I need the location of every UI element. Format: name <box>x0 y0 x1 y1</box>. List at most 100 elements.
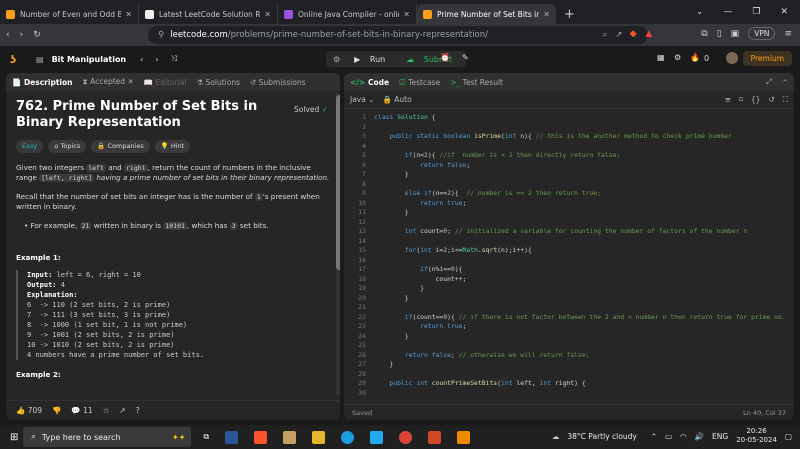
help-icon[interactable]: ? <box>136 406 140 415</box>
browser-tab[interactable]: Latest LeetCode Solution Reviewed✕ <box>139 4 278 24</box>
search-icon[interactable]: ⌕ <box>602 30 607 40</box>
dislike-button[interactable]: 👎 <box>52 406 61 415</box>
windows-start-icon[interactable]: ⊞ <box>10 432 18 443</box>
premium-button[interactable]: Premium <box>742 51 792 66</box>
description-footer: 👍 709 👎 💬 11 ☆ ↗ ? <box>6 400 340 420</box>
like-button[interactable]: 👍 709 <box>16 406 42 415</box>
tab-testcase[interactable]: ☑ Testcase <box>399 78 440 87</box>
notes-icon[interactable]: ✎ <box>462 53 469 62</box>
system-tray: ☁ 38°C Partly cloudy ⌃ ▭ ◠ 🔊 ENG 20:26 20… <box>552 427 792 445</box>
braces-icon[interactable]: {} <box>751 95 761 104</box>
close-tab-icon[interactable]: ✕ <box>264 10 271 19</box>
sidebar-icon[interactable]: ▯ <box>717 29 722 39</box>
fullscreen-icon[interactable]: ⛶ <box>783 95 788 105</box>
tab-code[interactable]: </> Code <box>350 78 389 87</box>
close-tab-icon[interactable]: ✕ <box>125 10 132 19</box>
collapse-icon[interactable]: ⌃ <box>782 78 788 87</box>
reload-icon[interactable]: ↻ <box>33 30 41 40</box>
volume-icon[interactable]: 🔊 <box>695 432 704 441</box>
expand-icon[interactable]: ⤢ <box>766 77 772 87</box>
share-icon[interactable]: ↗ <box>119 406 125 415</box>
brave-shield-icon[interactable]: ◆ <box>629 29 636 39</box>
powerpoint-icon[interactable] <box>428 430 442 444</box>
minimize-icon[interactable]: — <box>723 7 732 17</box>
problem-tags: Easy ⌂ Topics 🔒 Companies 💡 Hint <box>16 140 330 153</box>
browser-tab[interactable]: Number of Even and Odd Bits - Leet✕ <box>0 4 139 24</box>
code-lines[interactable]: class Solution { public static boolean i… <box>374 113 786 398</box>
tab-test-result[interactable]: >_ Test Result <box>450 78 503 87</box>
problem-list-icon[interactable]: ▤ <box>36 55 44 64</box>
tab-submissions[interactable]: ↺ Submissions <box>250 78 306 87</box>
wallet-icon[interactable]: ▣ <box>731 29 740 39</box>
settings-icon[interactable]: ⚙ <box>674 53 681 62</box>
vscode-icon[interactable] <box>370 430 384 444</box>
notification-icon[interactable]: ▢ <box>785 432 792 441</box>
restore-icon[interactable]: ❐ <box>752 7 760 17</box>
rewards-icon[interactable]: ▲ <box>645 29 652 39</box>
cursor-position: Ln 40, Col 37 <box>743 408 786 417</box>
debug-icon[interactable]: ⚙ <box>326 55 347 64</box>
task-view-icon[interactable]: ⧉ <box>203 432 209 442</box>
share-icon[interactable]: ↗ <box>615 30 622 40</box>
browser-tab-active[interactable]: Prime Number of Set Bits in Bin✕ <box>417 4 556 24</box>
vlc-icon[interactable] <box>457 430 471 444</box>
menu-icon[interactable]: ≡ <box>784 29 792 39</box>
auto-mode[interactable]: 🔒 Auto <box>383 95 412 104</box>
format-icon[interactable]: ≡ <box>725 95 731 104</box>
bookmark-icon[interactable]: ⌑ <box>739 95 743 104</box>
chevron-up-icon[interactable]: ⌃ <box>651 432 657 441</box>
close-window-icon[interactable]: ✕ <box>780 7 788 17</box>
comments-button[interactable]: 💬 11 <box>71 406 92 415</box>
run-button[interactable]: ▶ Run <box>347 55 399 64</box>
topics-tag[interactable]: ⌂ Topics <box>48 140 87 153</box>
reset-icon[interactable]: ↺ <box>768 95 774 104</box>
brave-icon[interactable] <box>254 430 268 444</box>
chrome-icon[interactable] <box>399 430 413 444</box>
hint-tag[interactable]: 💡 Hint <box>154 140 191 153</box>
line-numbers: 1 2 3 4 5 6 7 8 9 10 11 12 13 14 15 16 17 18 19 20 21 22 23 24 2… <box>358 113 366 397</box>
file-explorer-icon[interactable] <box>312 430 326 444</box>
browser-tab[interactable]: Online Java Compiler - online editor✕ <box>278 4 417 24</box>
tab-search-icon[interactable]: ⌄ <box>696 7 704 17</box>
prev-problem-icon[interactable]: ‹ <box>140 55 143 64</box>
forward-icon[interactable]: › <box>20 30 24 40</box>
notification-icon[interactable]: 🔥 <box>690 53 700 62</box>
weather-icon[interactable]: ☁ <box>552 432 560 441</box>
wifi-icon[interactable]: ◠ <box>680 432 687 441</box>
taskbar-search-input[interactable]: ⌕ Type here to search ✦✦ <box>23 427 192 447</box>
tab-description[interactable]: 📄 Description <box>12 78 72 87</box>
shuffle-icon[interactable]: ⤨ <box>171 54 177 64</box>
vpn-button[interactable]: VPN <box>748 27 776 40</box>
new-tab-icon[interactable]: + <box>556 7 583 24</box>
favorite-icon[interactable]: ☆ <box>103 406 110 415</box>
language-indicator[interactable]: ENG <box>712 432 728 441</box>
next-problem-icon[interactable]: › <box>155 55 158 64</box>
tab-solutions[interactable]: ⚗ Solutions <box>196 78 240 87</box>
tab-editorial[interactable]: 📖 Editorial <box>144 78 187 87</box>
companies-tag[interactable]: 🔒 Companies <box>91 140 150 153</box>
word-icon[interactable] <box>225 430 239 444</box>
edge-icon[interactable] <box>341 430 355 444</box>
site-info-icon[interactable]: ⚲ <box>158 30 164 40</box>
url-field[interactable]: ⚲ leetcode.com/problems/prime-number-of-… <box>148 26 648 44</box>
code-tabs: </> Code ☑ Testcase >_ Test Result ⤢ ⌃ <box>344 73 794 91</box>
leetcode-header: ʖ ▤ Bit Manipulation ‹ › ⤨ ⚙ ▶ Run ☁ Sub… <box>0 46 800 72</box>
network-icon[interactable]: ▭ <box>665 432 672 441</box>
extensions-icon[interactable]: ⧉ <box>701 29 707 39</box>
description-scrollbar[interactable] <box>336 93 340 395</box>
tab-accepted[interactable]: ⧗ Accepted ✕ <box>82 77 133 87</box>
language-select[interactable]: Java ⌄ <box>350 95 375 104</box>
submit-button[interactable]: ☁ Submit <box>399 55 466 64</box>
close-tab-icon[interactable]: ✕ <box>403 10 410 19</box>
leetcode-logo-icon[interactable]: ʖ <box>10 53 22 66</box>
code-editor[interactable]: 1 2 3 4 5 6 7 8 9 10 11 12 13 14 15 16 17 18 19 20 21 22 23 24 2… <box>344 109 794 399</box>
timer-icon[interactable]: ⏰ <box>440 53 450 62</box>
weather-text[interactable]: 38°C Partly cloudy <box>567 432 636 441</box>
avatar[interactable] <box>726 52 738 64</box>
back-icon[interactable]: ‹ <box>6 30 10 40</box>
paint-icon[interactable] <box>283 430 297 444</box>
problem-list-name[interactable]: Bit Manipulation <box>52 55 127 64</box>
clock[interactable]: 20:26 20-05-2024 <box>736 427 777 445</box>
layout-icon[interactable]: ▦ <box>657 53 665 62</box>
close-tab-icon[interactable]: ✕ <box>543 10 550 19</box>
